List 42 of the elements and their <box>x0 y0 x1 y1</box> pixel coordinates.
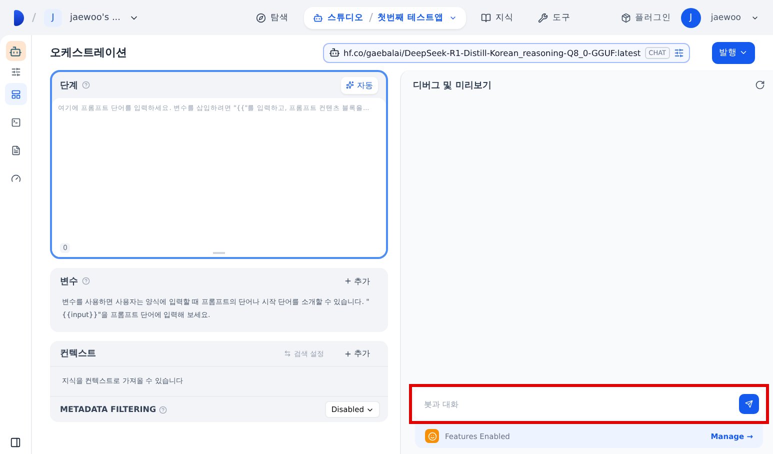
send-icon <box>745 399 753 409</box>
debug-title: 디버그 및 미리보기 <box>413 80 492 92</box>
user-avatar[interactable]: J <box>680 8 701 28</box>
chevron-down-icon <box>739 48 748 57</box>
auto-button[interactable]: 자동 <box>341 76 378 94</box>
variables-title: 변수 <box>60 276 78 288</box>
refresh-icon[interactable] <box>755 80 765 90</box>
nav-tab[interactable]: 탐색 <box>246 6 298 28</box>
workspace-name[interactable]: jaewoo's ... <box>70 12 121 22</box>
page-title: 오케스트레이션 <box>50 45 127 60</box>
send-button[interactable] <box>739 394 759 414</box>
nav-tab[interactable]: 도구 <box>528 6 580 28</box>
metadata-filtering-label: METADATA FILTERING <box>60 405 156 414</box>
context-title: 컨텍스트 <box>60 348 96 360</box>
settings-icon[interactable] <box>674 48 684 58</box>
nav-tab[interactable]: 스튜디오 첫번째 테스트앱 <box>304 6 466 28</box>
robot-icon <box>9 44 22 58</box>
nav-tab[interactable]: 지식 <box>472 6 523 28</box>
plugins-link[interactable]: 플러그인 <box>620 12 671 24</box>
model-name: hf.co/gaebalai/DeepSeek-R1-Distill-Korean_reasoning-Q8_0-GGUF:latest <box>344 48 641 58</box>
slash-divider <box>368 13 373 22</box>
publish-button[interactable]: 발행 <box>712 42 755 64</box>
prompt-title: 단계 <box>60 80 78 92</box>
smile-icon <box>428 432 436 440</box>
add-context-button[interactable]: 추가 <box>338 347 376 360</box>
user-name[interactable]: jaewoo <box>710 12 741 22</box>
arrows-icon <box>284 350 291 357</box>
workspace-avatar: J <box>44 8 62 26</box>
robot-icon <box>328 47 340 58</box>
sparkles-icon <box>346 81 354 89</box>
resize-handle[interactable] <box>213 252 225 254</box>
app-logo[interactable] <box>14 10 24 26</box>
sliders-icon[interactable] <box>10 67 20 77</box>
chat-input[interactable]: 봇과 대화 <box>414 389 764 419</box>
add-variable-button[interactable]: 추가 <box>338 274 376 288</box>
app-icon[interactable] <box>6 41 26 61</box>
plus-icon <box>344 277 352 285</box>
panel-toggle-icon[interactable] <box>10 437 21 448</box>
plus-icon <box>344 350 352 358</box>
package-icon <box>620 12 631 22</box>
slash-divider <box>32 13 36 22</box>
sidebar-item[interactable] <box>4 83 26 105</box>
